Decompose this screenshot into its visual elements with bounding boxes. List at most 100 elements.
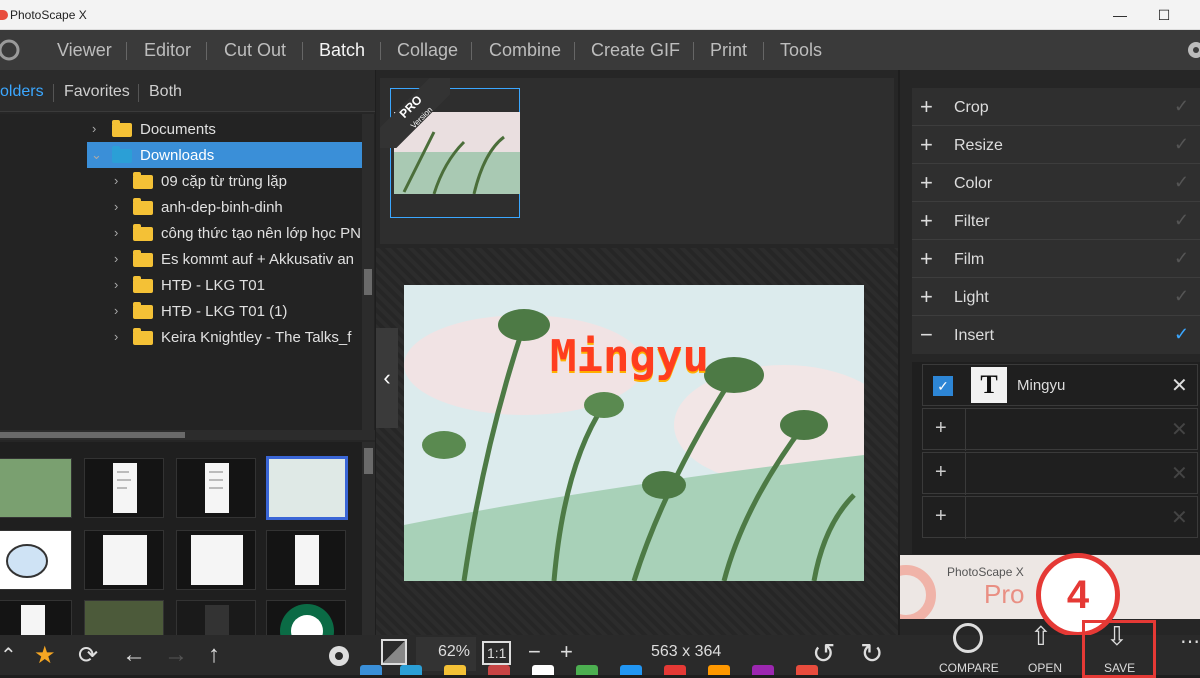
thumbnail[interactable]: [0, 600, 72, 635]
menu-combine[interactable]: Combine: [489, 40, 561, 61]
tool-crop[interactable]: + Crop ✓: [912, 88, 1200, 126]
insert-empty-slot[interactable]: + ✕: [922, 408, 1198, 451]
insert-item-checkbox[interactable]: ✓: [933, 376, 953, 396]
photoscape-logo-icon[interactable]: [0, 38, 24, 62]
ad-logo-circle: [900, 565, 936, 619]
open-button[interactable]: OPEN: [1028, 661, 1062, 675]
chevron-right-icon[interactable]: ›: [92, 121, 96, 136]
thumbnail[interactable]: [84, 600, 164, 635]
menu-cut-out[interactable]: Cut Out: [224, 40, 286, 61]
close-icon[interactable]: ✕: [1171, 373, 1188, 398]
menu-viewer[interactable]: Viewer: [57, 40, 112, 61]
background-toggle-icon[interactable]: [381, 639, 407, 665]
tree-item-downloads[interactable]: ⌄ Downloads: [87, 142, 362, 168]
taskbar-app-icon[interactable]: [664, 665, 686, 675]
thumbnail-selected[interactable]: [266, 456, 348, 520]
thumbnail[interactable]: [266, 600, 346, 635]
tool-resize[interactable]: + Resize ✓: [912, 126, 1200, 164]
zoom-out-button[interactable]: −: [528, 639, 541, 665]
chevron-right-icon[interactable]: ›: [114, 199, 118, 214]
rotate-right-icon[interactable]: ↻: [860, 637, 883, 670]
tree-item[interactable]: › anh-dep-binh-dinh: [0, 194, 362, 220]
folder-icon: [133, 198, 153, 215]
minimize-button[interactable]: —: [1108, 3, 1132, 27]
taskbar-app-icon[interactable]: [488, 665, 510, 675]
star-icon[interactable]: ★: [34, 641, 56, 670]
check-icon: ✓: [1174, 248, 1190, 268]
taskbar-app-icon[interactable]: [532, 665, 554, 675]
chevron-right-icon[interactable]: ›: [114, 329, 118, 344]
menu-editor[interactable]: Editor: [144, 40, 191, 61]
taskbar-app-icon[interactable]: [620, 665, 642, 675]
chevron-up-icon[interactable]: ⌃: [0, 643, 17, 668]
menu-print[interactable]: Print: [710, 40, 747, 61]
tool-color[interactable]: + Color ✓: [912, 164, 1200, 202]
menu-tools[interactable]: Tools: [780, 40, 822, 61]
actual-size-button[interactable]: 1:1: [482, 641, 512, 665]
thumbnail[interactable]: [84, 458, 164, 518]
chevron-right-icon[interactable]: ›: [114, 251, 118, 266]
add-icon[interactable]: +: [935, 417, 947, 440]
menu-collage[interactable]: Collage: [397, 40, 458, 61]
image-preview[interactable]: Mingyu: [404, 285, 864, 581]
thumbnail-scrollbar[interactable]: [362, 442, 375, 635]
taskbar-app-icon[interactable]: [576, 665, 598, 675]
settings-gear-icon[interactable]: [326, 643, 352, 669]
compare-icon[interactable]: [953, 623, 983, 653]
tree-item[interactable]: › 09 cặp từ trùng lặp: [0, 168, 362, 194]
chevron-right-icon[interactable]: ›: [114, 303, 118, 318]
file-explorer-icon[interactable]: [444, 665, 466, 675]
more-icon[interactable]: ⋯: [1180, 629, 1200, 654]
chevron-right-icon[interactable]: ›: [114, 277, 118, 292]
thumbnail[interactable]: [176, 530, 256, 590]
tab-favorites[interactable]: Favorites: [64, 83, 130, 101]
chevron-right-icon[interactable]: ›: [114, 173, 118, 188]
tree-item[interactable]: › HTĐ - LKG T01: [0, 272, 362, 298]
taskbar-app-icon[interactable]: [400, 665, 422, 675]
thumbnail[interactable]: [266, 530, 346, 590]
menu-create-gif[interactable]: Create GIF: [591, 40, 680, 61]
chevron-down-icon[interactable]: ⌄: [91, 147, 102, 163]
start-icon[interactable]: [360, 665, 382, 675]
menu-batch[interactable]: Batch: [319, 40, 365, 61]
add-icon[interactable]: +: [935, 505, 947, 528]
zoom-level[interactable]: 62%: [438, 643, 470, 661]
insert-empty-slot[interactable]: + ✕: [922, 452, 1198, 495]
settings-gear-icon[interactable]: [1184, 38, 1200, 62]
compare-button[interactable]: COMPARE: [939, 661, 999, 675]
insert-text-item[interactable]: ✓ T Mingyu ✕: [922, 364, 1198, 406]
tree-item[interactable]: › Es kommt auf + Akkusativ an: [0, 246, 362, 272]
taskbar-app-icon[interactable]: [796, 665, 818, 675]
tree-item-documents[interactable]: › Documents: [0, 116, 362, 142]
text-overlay[interactable]: Mingyu: [550, 331, 709, 382]
taskbar-app-icon[interactable]: [708, 665, 730, 675]
zoom-in-button[interactable]: +: [560, 639, 573, 665]
tab-both[interactable]: Both: [149, 83, 182, 101]
tree-item[interactable]: › HTĐ - LKG T01 (1): [0, 298, 362, 324]
thumbnail[interactable]: [84, 530, 164, 590]
maximize-button[interactable]: ☐: [1152, 3, 1176, 27]
thumbnail[interactable]: [0, 458, 72, 518]
refresh-icon[interactable]: ⟳: [78, 641, 98, 670]
folder-icon: [133, 276, 153, 293]
tree-item[interactable]: › Keira Knightley - The Talks_f: [0, 324, 362, 350]
tree-vertical-scrollbar[interactable]: [362, 114, 374, 430]
tool-light[interactable]: + Light ✓: [912, 278, 1200, 316]
tab-folders[interactable]: olders: [0, 83, 44, 101]
back-arrow-icon[interactable]: ←: [122, 641, 146, 669]
thumbnail[interactable]: [176, 458, 256, 518]
tree-item[interactable]: › công thức tạo nên lớp học PN: [0, 220, 362, 246]
tool-film[interactable]: + Film ✓: [912, 240, 1200, 278]
tree-horizontal-scrollbar[interactable]: [0, 430, 375, 440]
upload-icon[interactable]: ⇧: [1030, 621, 1052, 652]
tool-insert[interactable]: − Insert ✓: [912, 316, 1200, 354]
thumbnail[interactable]: [176, 600, 256, 635]
tool-filter[interactable]: + Filter ✓: [912, 202, 1200, 240]
chevron-right-icon[interactable]: ›: [114, 225, 118, 240]
taskbar-app-icon[interactable]: [752, 665, 774, 675]
thumbnail[interactable]: [0, 530, 72, 590]
up-arrow-icon[interactable]: ↑: [208, 641, 220, 669]
previous-arrow-icon[interactable]: ‹: [376, 328, 398, 428]
insert-empty-slot[interactable]: + ✕: [922, 496, 1198, 539]
add-icon[interactable]: +: [935, 461, 947, 484]
